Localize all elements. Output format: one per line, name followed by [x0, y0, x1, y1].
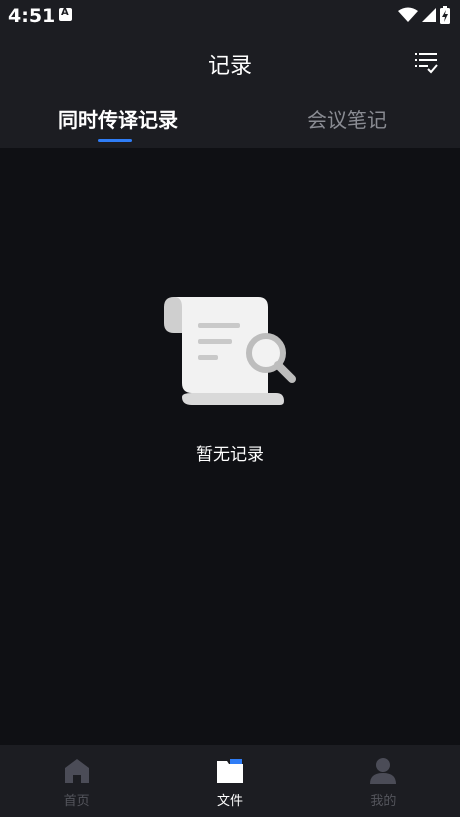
record-tabs: 同时传译记录 会议笔记	[0, 90, 460, 148]
status-bar: 4:51 A	[0, 0, 460, 32]
person-icon	[370, 758, 397, 784]
nav-item-profile[interactable]: 我的	[307, 745, 460, 817]
empty-state-message: 暂无记录	[196, 445, 264, 465]
filter-list-check-icon	[415, 53, 438, 74]
records-content: 暂无记录	[0, 148, 460, 745]
tab-label: 同时传译记录	[58, 108, 178, 132]
bottom-navigation: 首页 文件 我的	[0, 745, 460, 817]
tab-label: 会议笔记	[307, 108, 387, 132]
scroll-search-icon	[164, 297, 296, 405]
page-title: 记录	[207, 54, 252, 79]
status-icons	[398, 6, 450, 24]
tab-meeting-notes[interactable]: 会议笔记	[230, 90, 460, 148]
tab-interpretation-records[interactable]: 同时传译记录	[0, 90, 230, 148]
tab-active-indicator	[98, 139, 132, 142]
nav-label: 文件	[216, 794, 243, 809]
folder-icon	[216, 759, 243, 783]
nav-label: 我的	[370, 794, 397, 809]
signal-icon	[422, 8, 436, 22]
wifi-icon	[398, 7, 418, 22]
home-icon	[64, 759, 89, 783]
nav-item-home[interactable]: 首页	[0, 745, 153, 817]
battery-charging-icon	[440, 6, 450, 24]
status-time: 4:51	[8, 5, 56, 27]
font-app-icon: A	[59, 7, 72, 21]
filter-button[interactable]	[414, 50, 438, 74]
nav-label: 首页	[63, 794, 90, 809]
app-header: 记录	[0, 32, 460, 90]
nav-item-files[interactable]: 文件	[153, 745, 306, 817]
